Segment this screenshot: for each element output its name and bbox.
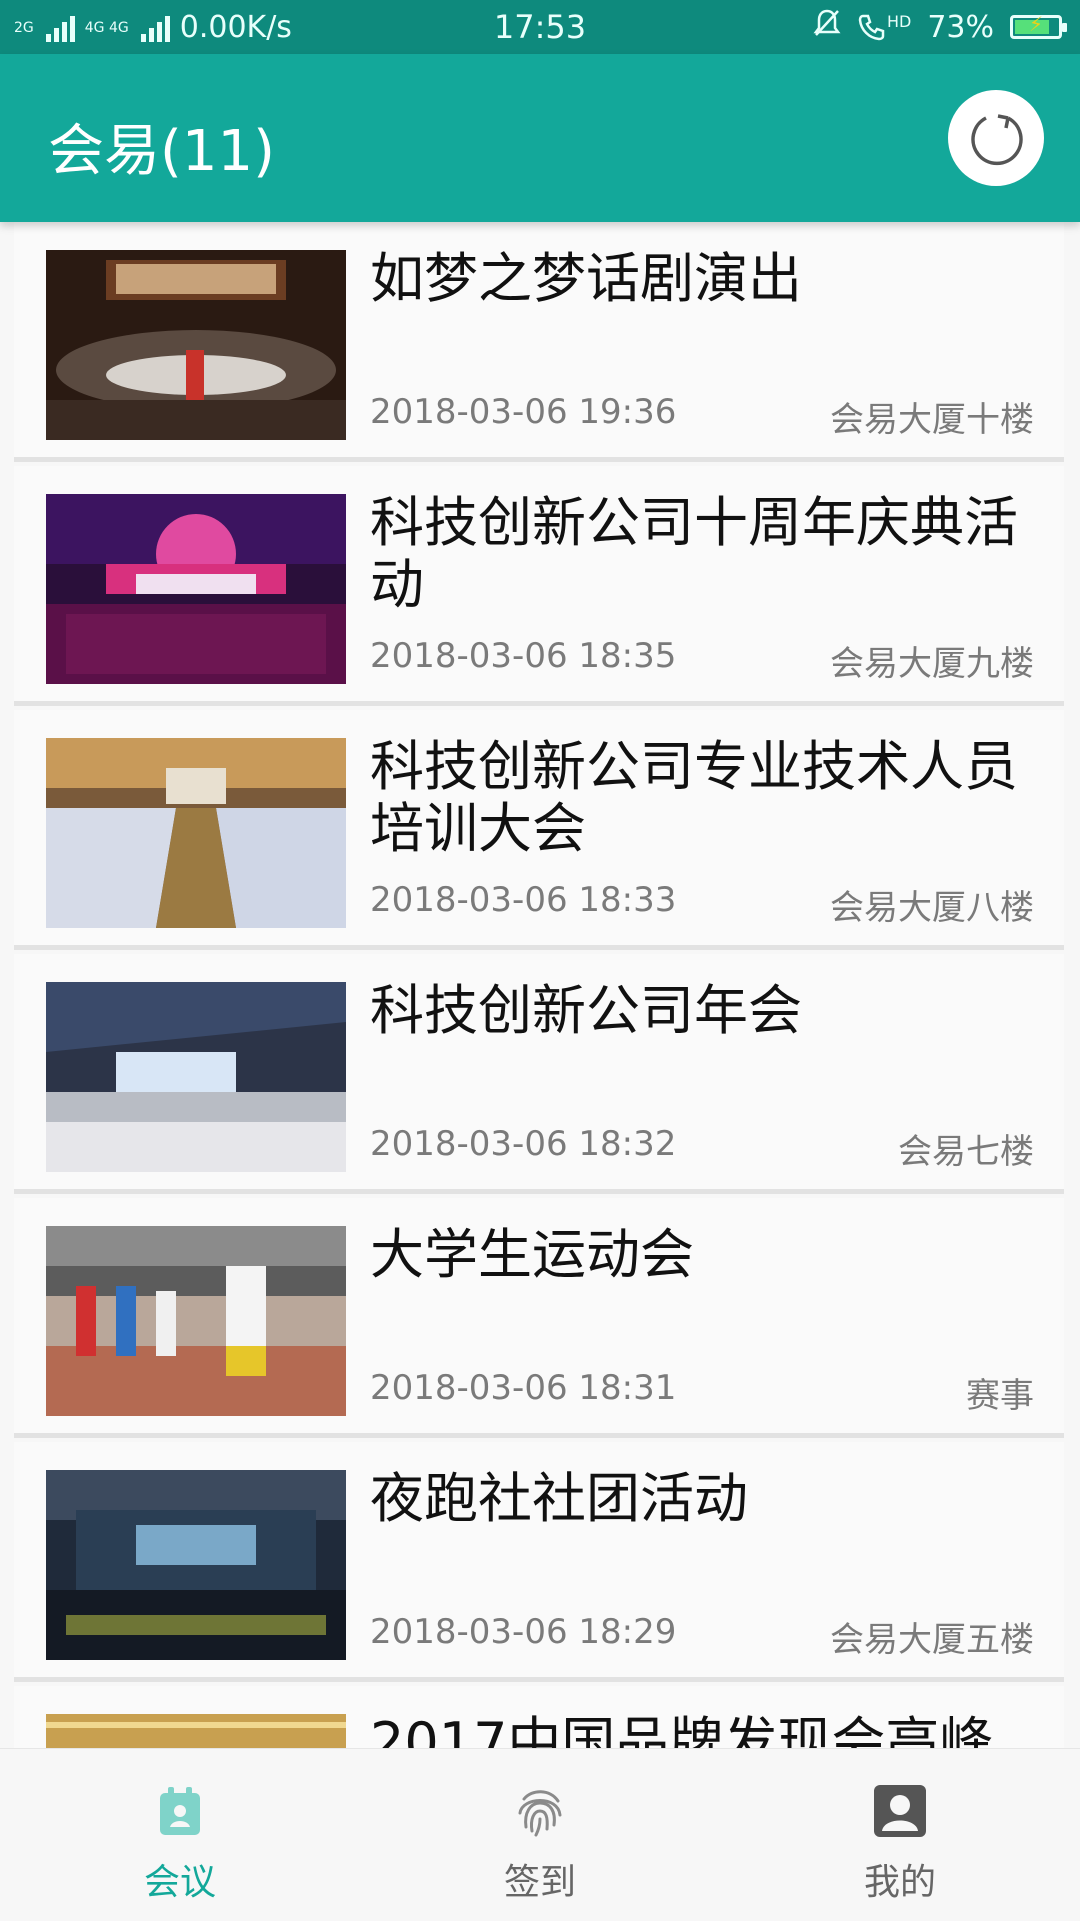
event-place: 赛事 [966,1376,1034,1416]
tab-mine[interactable]: 我的 [720,1749,1080,1921]
event-title: 大学生运动会 [370,1223,694,1286]
battery-icon: ⚡ [1010,12,1067,39]
event-title: 科技创新公司十周年庆典活动 [370,491,1018,616]
event-card[interactable]: 如梦之梦话剧演出 2018-03-06 19:36 会易大厦十楼 [14,222,1064,462]
event-card[interactable]: 夜跑社社团活动 2018-03-06 18:29 会易大厦五楼 [14,1442,1064,1682]
event-card[interactable]: 科技创新公司年会 2018-03-06 18:32 会易七楼 [14,954,1064,1194]
event-time: 2018-03-06 18:31 [370,1368,677,1408]
event-time: 2018-03-06 19:36 [370,392,677,432]
tab-meeting[interactable]: 会议 [0,1749,360,1921]
event-thumbnail [46,250,346,440]
meeting-badge-icon [0,1783,360,1847]
event-place: 会易七楼 [898,1132,1034,1172]
event-thumbnail [46,982,346,1172]
refresh-icon [971,114,1023,166]
event-list[interactable]: 如梦之梦话剧演出 2018-03-06 19:36 会易大厦十楼 科技创新公司十… [0,222,1080,1748]
event-place: 会易大厦八楼 [830,888,1034,928]
status-bar: 2G 4G 4G 0.00K/s 17:53 HD 73% ⚡ [0,0,1080,54]
page-title: 会易(11) [48,119,275,184]
event-title: 2017中国品牌发现会高峰 [370,1711,994,1749]
event-thumbnail [46,738,346,928]
refresh-button[interactable] [948,90,1044,186]
event-card[interactable]: 大学生运动会 2018-03-06 18:31 赛事 [14,1198,1064,1438]
tab-mine-label: 我的 [863,1862,936,1903]
hd-label: HD [886,12,912,31]
user-icon [720,1783,1080,1847]
bell-muted-icon [813,8,841,46]
event-thumbnail [46,1226,346,1416]
event-card[interactable]: 科技创新公司十周年庆典活动 2018-03-06 18:35 会易大厦九楼 [14,466,1064,706]
event-time: 2018-03-06 18:29 [370,1612,677,1652]
tab-checkin[interactable]: 签到 [360,1749,720,1921]
event-thumbnail [46,1470,346,1660]
event-place: 会易大厦十楼 [830,400,1034,440]
event-place: 会易大厦九楼 [830,644,1034,684]
fingerprint-icon [360,1783,720,1847]
app-bar: 会易(11) [0,54,1080,222]
bottom-navigation: 会议 签到 我的 [0,1748,1080,1921]
battery-percent: 73% [927,9,994,45]
event-time: 2018-03-06 18:32 [370,1124,677,1164]
event-card[interactable]: 2017中国品牌发现会高峰 [14,1686,1064,1748]
event-time: 2018-03-06 18:35 [370,636,677,676]
event-place: 会易大厦五楼 [830,1620,1034,1660]
event-thumbnail [46,1714,346,1748]
tab-checkin-label: 签到 [503,1862,576,1903]
event-title: 科技创新公司专业技术人员培训大会 [370,735,1018,860]
event-time: 2018-03-06 18:33 [370,880,677,920]
hd-call-icon: HD [857,12,911,42]
tab-meeting-label: 会议 [143,1862,216,1903]
event-title: 夜跑社社团活动 [370,1467,748,1530]
event-title: 科技创新公司年会 [370,979,802,1042]
event-card[interactable]: 科技创新公司专业技术人员培训大会 2018-03-06 18:33 会易大厦八楼 [14,710,1064,950]
status-right: HD 73% ⚡ [813,8,1067,46]
event-thumbnail [46,494,346,684]
event-title: 如梦之梦话剧演出 [370,247,802,310]
